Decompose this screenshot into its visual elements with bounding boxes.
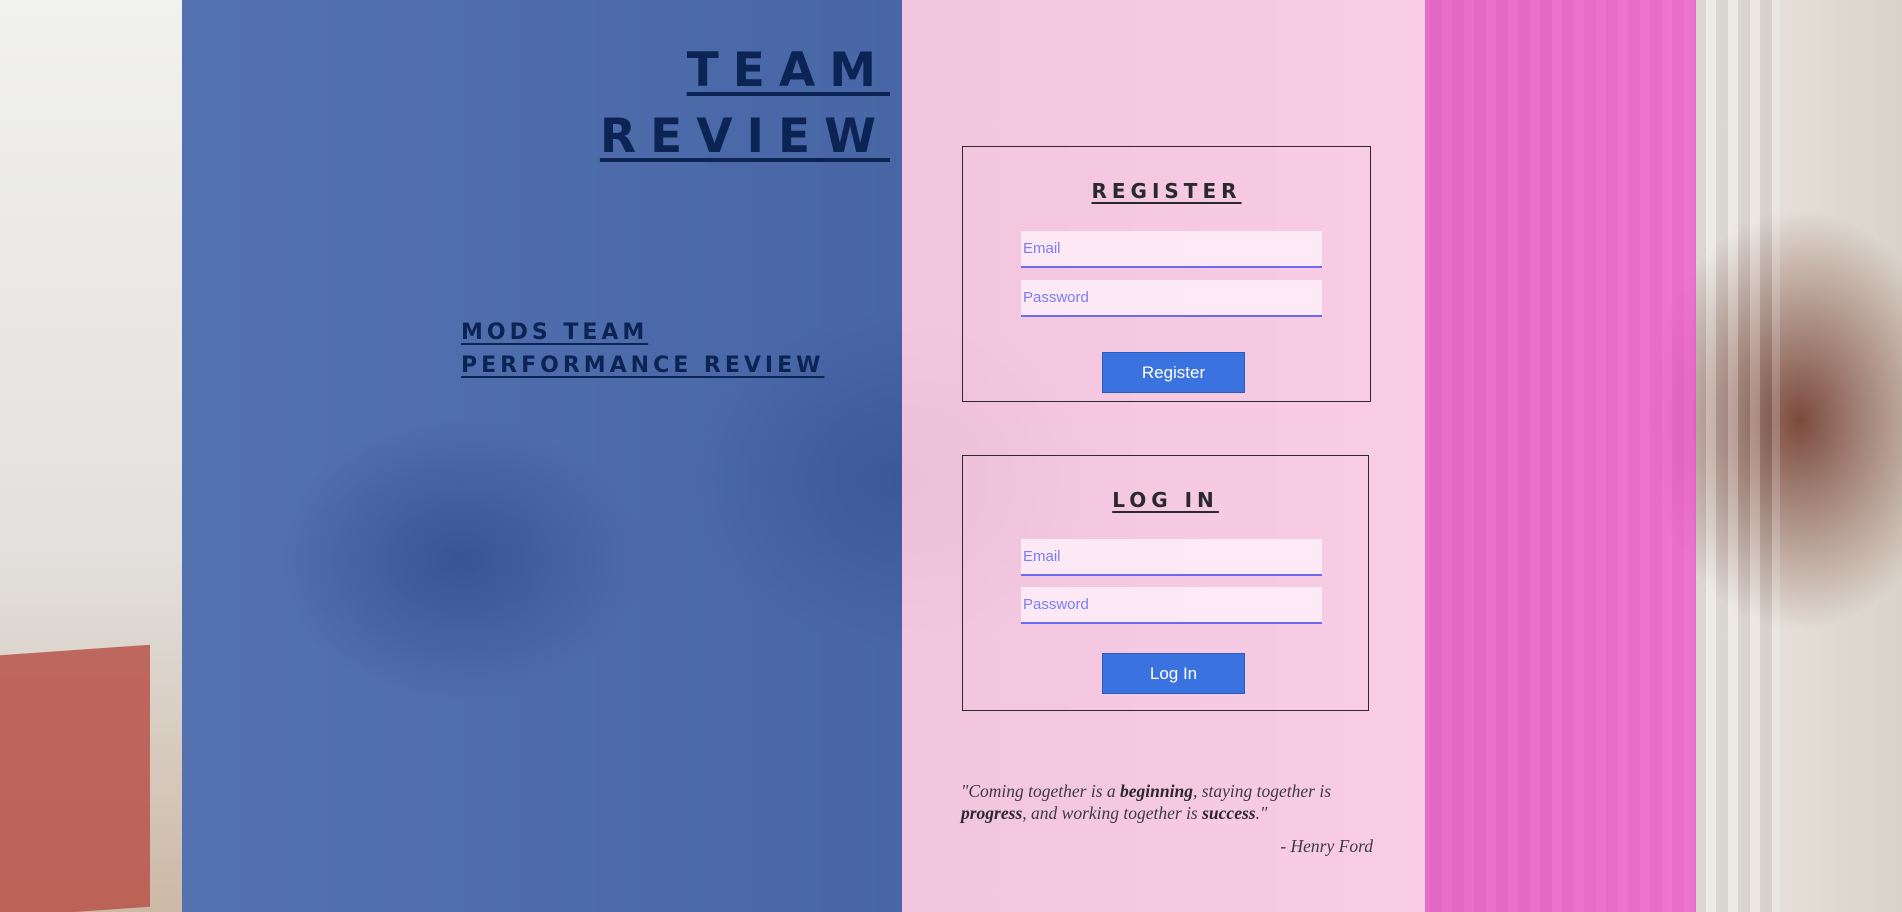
- page: TEAM REVIEW MODS TEAM PERFORMANCE REVIEW…: [0, 0, 1902, 912]
- quote-text-part1: "Coming together is a: [961, 781, 1121, 801]
- page-title: TEAM REVIEW: [600, 38, 890, 170]
- quote-author: - Henry Ford: [1280, 836, 1373, 856]
- page-subtitle-line1: MODS TEAM: [461, 320, 649, 345]
- login-form: LOG IN Log In: [962, 455, 1369, 711]
- page-subtitle: MODS TEAM PERFORMANCE REVIEW: [461, 316, 824, 382]
- page-subtitle-line2: PERFORMANCE REVIEW: [461, 353, 825, 378]
- register-password-input[interactable]: [1021, 280, 1322, 317]
- login-heading: LOG IN: [1112, 488, 1219, 512]
- register-button[interactable]: Register: [1102, 352, 1245, 393]
- page-title-line2: REVIEW: [599, 109, 890, 164]
- quote-emphasis-success: success: [1202, 803, 1256, 823]
- background-red-object: [0, 644, 150, 912]
- quote-text-part3: , and working together is: [1022, 803, 1203, 823]
- register-email-input[interactable]: [1021, 231, 1322, 268]
- quote-emphasis-progress: progress: [961, 803, 1023, 823]
- register-heading: REGISTER: [1091, 179, 1242, 203]
- register-form: REGISTER Register: [962, 146, 1371, 402]
- quote-emphasis-beginning: beginning: [1120, 781, 1193, 801]
- quote-block: "Coming together is a beginning, staying…: [961, 780, 1373, 856]
- login-button[interactable]: Log In: [1102, 653, 1245, 694]
- page-title-line1: TEAM: [686, 43, 890, 98]
- magenta-overlay-panel: [1425, 0, 1696, 912]
- login-password-input[interactable]: [1021, 587, 1322, 624]
- login-email-input[interactable]: [1021, 539, 1322, 576]
- quote-text-part2: , staying together is: [1192, 781, 1332, 801]
- quote-text-part4: .": [1255, 803, 1268, 823]
